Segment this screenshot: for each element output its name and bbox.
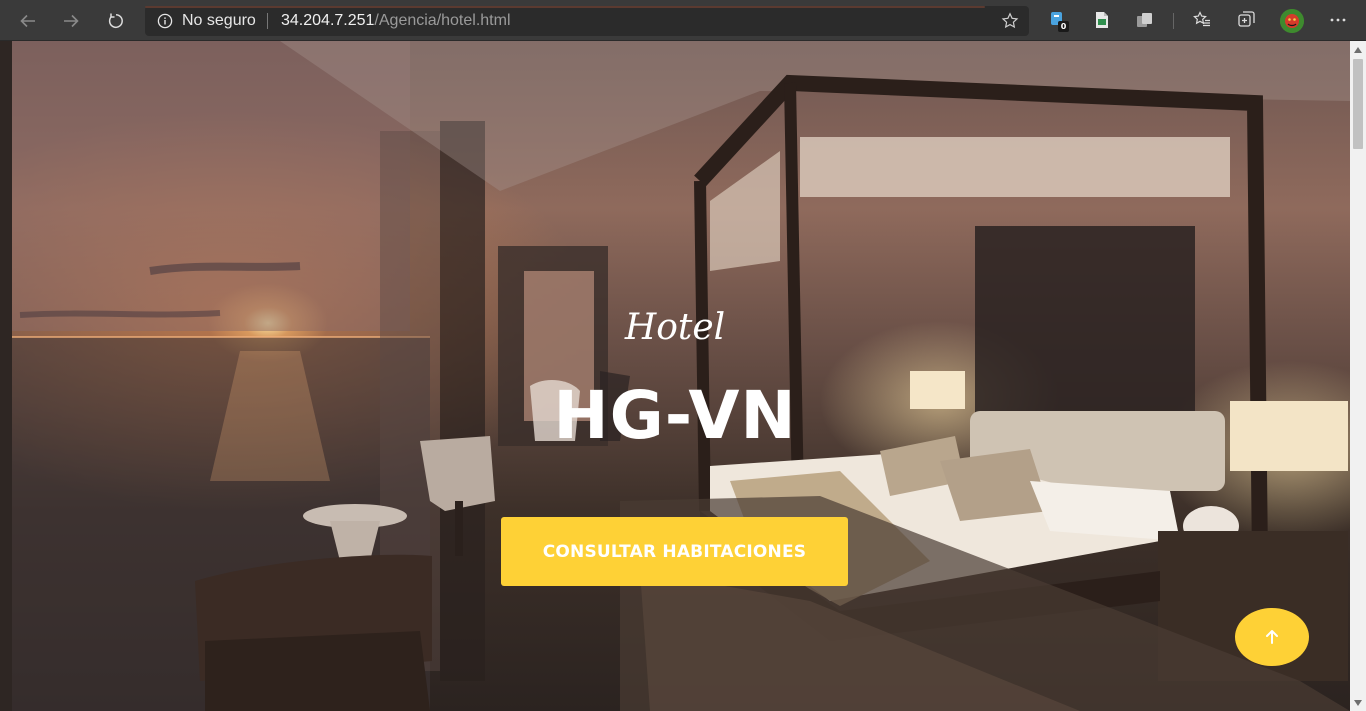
collections-icon	[1137, 13, 1152, 27]
browser-toolbar: No seguro 34.204.7.251/Agencia/hotel.htm…	[0, 0, 1366, 41]
hero-subtitle: Hotel	[624, 307, 726, 348]
info-icon[interactable]	[157, 13, 173, 29]
security-label[interactable]: No seguro	[182, 12, 256, 30]
scroll-down-arrow-icon	[1354, 699, 1362, 706]
scroll-up-button[interactable]	[1350, 41, 1366, 58]
url-path: /Agencia/hotel.html	[374, 12, 511, 29]
favorites-button[interactable]	[1192, 10, 1212, 30]
more-button[interactable]	[1328, 10, 1348, 30]
scroll-down-button[interactable]	[1350, 694, 1366, 711]
favorites-icon	[1193, 11, 1210, 27]
forward-arrow-icon	[64, 14, 79, 28]
loading-bar	[145, 6, 985, 8]
page-viewport: Hotel HG-VN CONSULTAR HABITACIONES	[0, 41, 1350, 711]
hero-section: Hotel HG-VN CONSULTAR HABITACIONES	[0, 41, 1350, 711]
tab-actions-icon	[1238, 11, 1255, 27]
address-divider	[267, 13, 268, 29]
hero-title: HG-VN	[553, 377, 797, 454]
hero-background-image	[0, 41, 1350, 711]
scroll-thumb[interactable]	[1353, 59, 1363, 149]
consult-rooms-button[interactable]: CONSULTAR HABITACIONES	[501, 517, 848, 586]
scroll-up-arrow-icon	[1354, 46, 1362, 53]
address-bar[interactable]: No seguro 34.204.7.251/Agencia/hotel.htm…	[145, 6, 1029, 36]
tab-actions-button[interactable]	[1236, 10, 1256, 30]
collections-extension-button[interactable]	[1135, 10, 1155, 30]
extension-button[interactable]: 0	[1049, 10, 1069, 32]
reload-button[interactable]	[103, 8, 129, 34]
toolbar-divider	[1173, 13, 1174, 29]
scroll-to-top-button[interactable]	[1235, 608, 1309, 666]
sheet-extension-button[interactable]	[1092, 10, 1112, 30]
arrow-up-icon	[1266, 630, 1278, 644]
back-arrow-icon	[20, 14, 35, 28]
back-button[interactable]	[15, 8, 41, 34]
extension-badge: 0	[1058, 21, 1069, 32]
url-host: 34.204.7.251	[281, 12, 375, 29]
url-text[interactable]: 34.204.7.251/Agencia/hotel.html	[281, 12, 511, 30]
sheet-icon	[1096, 12, 1108, 28]
page-scrollbar[interactable]	[1350, 41, 1366, 711]
profile-avatar[interactable]	[1280, 9, 1304, 33]
avatar-image	[1280, 9, 1304, 33]
reload-icon	[108, 13, 123, 29]
star-icon[interactable]	[1001, 12, 1019, 30]
more-icon	[1330, 18, 1346, 22]
forward-button[interactable]	[58, 8, 84, 34]
